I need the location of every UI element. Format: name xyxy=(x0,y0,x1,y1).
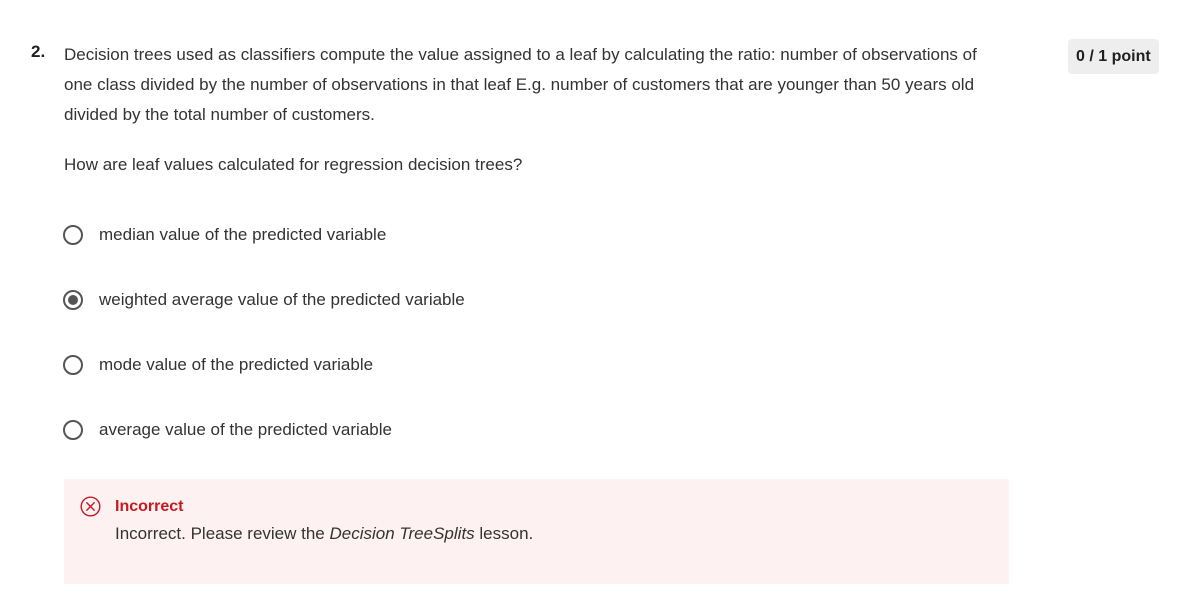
option-weighted-average[interactable]: weighted average value of the predicted … xyxy=(63,283,465,317)
radio-button-selected[interactable] xyxy=(63,290,83,310)
quiz-question: 2. Decision trees used as classifiers co… xyxy=(0,0,1197,606)
feedback-box: Incorrect Incorrect. Please review the D… xyxy=(64,479,1009,584)
question-number: 2. xyxy=(31,42,46,61)
feedback-text-before: Incorrect. Please review the xyxy=(115,524,330,543)
question-body: Decision trees used as classifiers compu… xyxy=(64,40,994,180)
feedback-text-after: lesson. xyxy=(474,524,534,543)
option-label: weighted average value of the predicted … xyxy=(99,290,465,309)
question-text: Decision trees used as classifiers compu… xyxy=(64,45,977,124)
option-label: median value of the predicted variable xyxy=(99,225,387,244)
option-average[interactable]: average value of the predicted variable xyxy=(63,413,465,447)
question-prompt: How are leaf values calculated for regre… xyxy=(64,155,523,174)
radio-button[interactable] xyxy=(63,420,83,440)
option-label: mode value of the predicted variable xyxy=(99,355,374,374)
feedback-title: Incorrect xyxy=(115,498,184,515)
points-badge: 0 / 1 point xyxy=(1068,39,1159,74)
feedback-text: Incorrect. Please review the Decision Tr… xyxy=(115,522,533,546)
option-median[interactable]: median value of the predicted variable xyxy=(63,218,465,252)
x-circle-icon xyxy=(80,496,101,517)
lesson-name: Decision TreeSplits xyxy=(329,524,475,543)
option-label: average value of the predicted variable xyxy=(99,420,392,439)
answer-options: median value of the predicted variable w… xyxy=(63,218,465,478)
option-mode[interactable]: mode value of the predicted variable xyxy=(63,348,465,382)
radio-button[interactable] xyxy=(63,225,83,245)
radio-button[interactable] xyxy=(63,355,83,375)
